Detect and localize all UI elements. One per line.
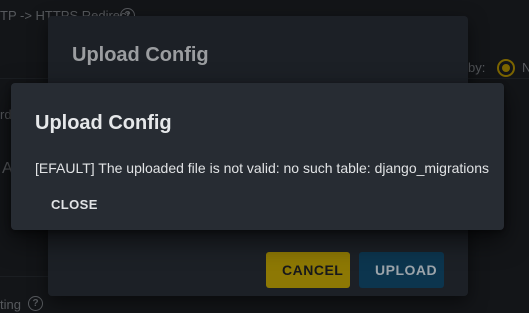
error-dialog-title: Upload Config xyxy=(35,112,172,134)
close-button[interactable]: CLOSE xyxy=(39,191,110,217)
error-dialog: Upload Config [EFAULT] The uploaded file… xyxy=(11,83,504,230)
error-message: [EFAULT] The uploaded file is not valid:… xyxy=(35,160,489,176)
page: TP -> HTTPS Redirect ? by: N rd A ting ?… xyxy=(0,0,529,313)
